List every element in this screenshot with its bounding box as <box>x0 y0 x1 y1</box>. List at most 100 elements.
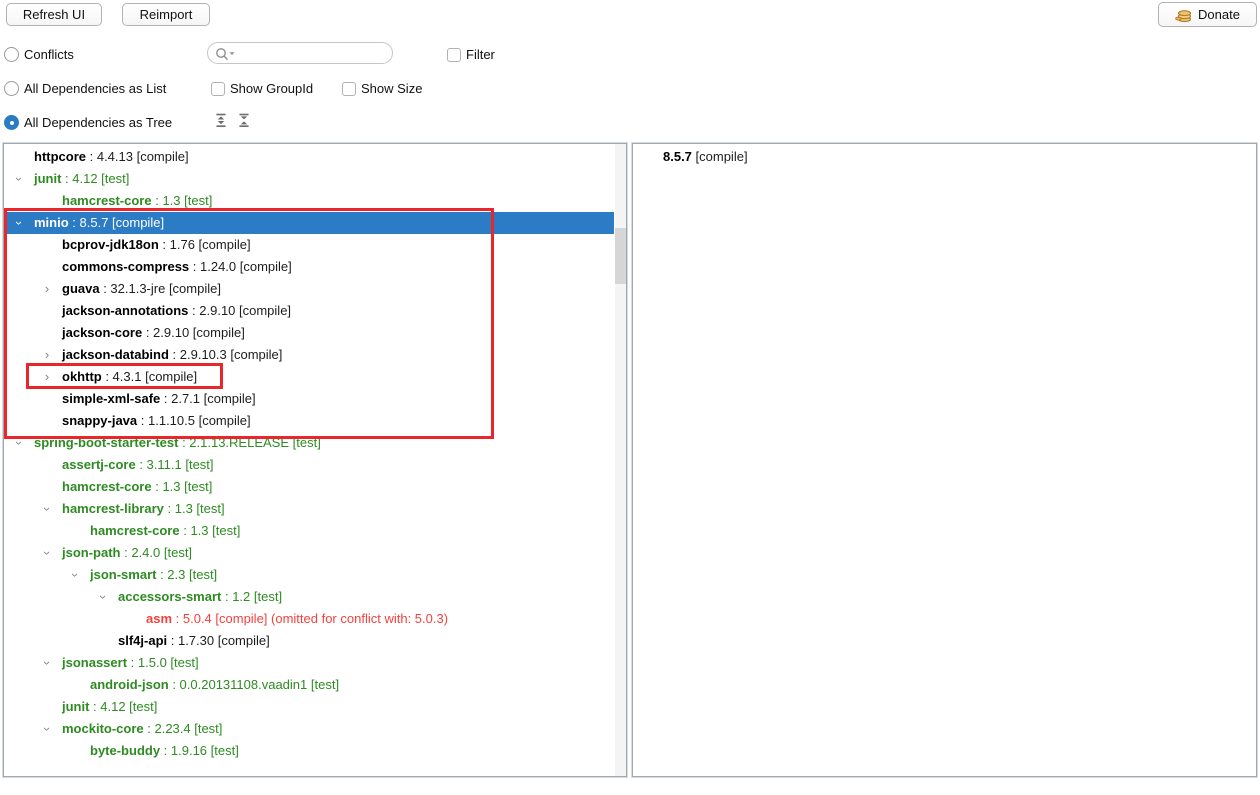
artifact-version-scope: : 2.23.4 [test] <box>143 721 223 736</box>
scrollbar-thumb[interactable] <box>615 228 626 284</box>
magnifier-with-dropdown-icon <box>216 48 235 61</box>
chevron-expanded-icon[interactable]: › <box>92 590 114 604</box>
tree-row-jackson-annotations[interactable]: jackson-annotations : 2.9.10 [compile] <box>4 300 614 322</box>
tree-row-byte-buddy[interactable]: byte-buddy : 1.9.16 [test] <box>4 740 614 762</box>
artifact-name: commons-compress <box>62 259 190 274</box>
chevron-collapsed-icon[interactable]: › <box>40 278 54 300</box>
tree-row-jackson-core[interactable]: jackson-core : 2.9.10 [compile] <box>4 322 614 344</box>
artifact-version-scope: : 1.3 [test] <box>151 479 213 494</box>
tree-row-simple-xml-safe[interactable]: simple-xml-safe : 2.7.1 [compile] <box>4 388 614 410</box>
tree-row-8.5.7[interactable]: 8.5.7 [compile] <box>633 146 1244 168</box>
artifact-name: snappy-java <box>62 413 138 428</box>
tree-row-accessors-smart[interactable]: › accessors-smart : 1.2 [test] <box>4 586 614 608</box>
tree-row-android-json[interactable]: android-json : 0.0.20131108.vaadin1 [tes… <box>4 674 614 696</box>
tree-row-jsonassert[interactable]: › jsonassert : 1.5.0 [test] <box>4 652 614 674</box>
artifact-version-scope: : 5.0.4 [compile] (omitted for conflict … <box>172 611 449 626</box>
artifact-version-scope: : 32.1.3-jre [compile] <box>99 281 221 296</box>
artifact-version-scope: : 1.76 [compile] <box>158 237 251 252</box>
artifact-name: okhttp <box>62 369 102 384</box>
tree-row-hamcrest-core[interactable]: hamcrest-core : 1.3 [test] <box>4 190 614 212</box>
artifact-version-scope: : 4.12 [test] <box>61 171 130 186</box>
artifact-version-scope: : 2.7.1 [compile] <box>160 391 256 406</box>
artifact-version-scope: : 2.9.10 [compile] <box>188 303 292 318</box>
artifact-name: mockito-core <box>62 721 144 736</box>
filter-checkbox[interactable] <box>447 48 461 62</box>
artifact-name: hamcrest-core <box>62 193 152 208</box>
chevron-expanded-icon[interactable]: › <box>64 568 86 582</box>
tree-row-spring-boot-starter-test[interactable]: › spring-boot-starter-test : 2.1.13.RELEA… <box>4 432 614 454</box>
chevron-collapsed-icon[interactable]: › <box>40 344 54 366</box>
all-dependencies-as-tree-radio[interactable] <box>4 115 19 130</box>
artifact-version-scope: : 2.9.10.3 [compile] <box>168 347 283 362</box>
artifact-name: asm <box>146 611 173 626</box>
artifact-name: json-smart <box>90 567 157 582</box>
tree-row-hamcrest-library[interactable]: › hamcrest-library : 1.3 [test] <box>4 498 614 520</box>
artifact-name: junit <box>62 699 90 714</box>
artifact-name: accessors-smart <box>118 589 222 604</box>
artifact-name: hamcrest-library <box>62 501 164 516</box>
tree-row-bcprov-jdk18on[interactable]: bcprov-jdk18on : 1.76 [compile] <box>4 234 614 256</box>
artifact-name: bcprov-jdk18on <box>62 237 159 252</box>
tree-row-hamcrest-core[interactable]: hamcrest-core : 1.3 [test] <box>4 476 614 498</box>
artifact-version-scope: : 2.3 [test] <box>156 567 218 582</box>
artifact-version-scope: : 1.3 [test] <box>151 193 213 208</box>
donate-button[interactable]: Donate <box>1158 2 1257 27</box>
artifact-name: byte-buddy <box>90 743 161 758</box>
donate-label: Donate <box>1198 7 1240 22</box>
chevron-expanded-icon[interactable]: › <box>8 216 30 230</box>
tree-row-okhttp[interactable]: › okhttp : 4.3.1 [compile] <box>4 366 614 388</box>
tree-row-snappy-java[interactable]: snappy-java : 1.1.10.5 [compile] <box>4 410 614 432</box>
artifact-version-scope: : 0.0.20131108.vaadin1 [test] <box>168 677 340 692</box>
tree-row-minio[interactable]: › minio : 8.5.7 [compile] <box>4 212 614 234</box>
tree-row-assertj-core[interactable]: assertj-core : 3.11.1 [test] <box>4 454 614 476</box>
artifact-version-scope: : 4.3.1 [compile] <box>101 369 198 384</box>
artifact-version-scope: : 1.9.16 [test] <box>160 743 239 758</box>
artifact-name: jackson-core <box>62 325 143 340</box>
vertical-scrollbar[interactable] <box>615 144 626 776</box>
tree-row-junit[interactable]: › junit : 4.12 [test] <box>4 168 614 190</box>
collapse-all-icon[interactable] <box>236 112 252 128</box>
coins-icon <box>1175 7 1192 23</box>
tree-row-mockito-core[interactable]: › mockito-core : 2.23.4 [test] <box>4 718 614 740</box>
chevron-expanded-icon[interactable]: › <box>36 546 58 560</box>
tree-row-asm[interactable]: asm : 5.0.4 [compile] (omitted for confl… <box>4 608 614 630</box>
tree-row-guava[interactable]: › guava : 32.1.3-jre [compile] <box>4 278 614 300</box>
reimport-label: Reimport <box>139 7 193 22</box>
tree-row-jackson-databind[interactable]: › jackson-databind : 2.9.10.3 [compile] <box>4 344 614 366</box>
show-size-checkbox[interactable] <box>342 82 356 96</box>
search-input[interactable] <box>238 44 390 64</box>
artifact-version-scope: : 8.5.7 [compile] <box>68 215 165 230</box>
refresh-ui-label: Refresh UI <box>22 7 86 22</box>
tree-row-commons-compress[interactable]: commons-compress : 1.24.0 [compile] <box>4 256 614 278</box>
artifact-name: minio <box>34 215 69 230</box>
conflicts-radio[interactable] <box>4 47 19 62</box>
tree-row-slf4j-api[interactable]: slf4j-api : 1.7.30 [compile] <box>4 630 614 652</box>
refresh-ui-button[interactable]: Refresh UI <box>6 3 102 26</box>
tree-row-hamcrest-core[interactable]: hamcrest-core : 1.3 [test] <box>4 520 614 542</box>
maven-helper-dependency-analyzer: Refresh UI Reimport Donate Conflicts Fil… <box>0 0 1260 795</box>
artifact-version-scope: : 4.4.13 [compile] <box>86 149 189 164</box>
artifact-version-scope: : 1.3 [test] <box>179 523 241 538</box>
tree-row-json-smart[interactable]: › json-smart : 2.3 [test] <box>4 564 614 586</box>
all-dependencies-as-list-radio[interactable] <box>4 81 19 96</box>
artifact-version-scope: : 1.5.0 [test] <box>127 655 199 670</box>
search-field[interactable] <box>207 42 393 64</box>
artifact-name: spring-boot-starter-test <box>34 435 179 450</box>
show-groupid-checkbox[interactable] <box>211 82 225 96</box>
artifact-name: jsonassert <box>62 655 128 670</box>
tree-row-junit[interactable]: junit : 4.12 [test] <box>4 696 614 718</box>
chevron-expanded-icon[interactable]: › <box>36 656 58 670</box>
artifact-name: 8.5.7 <box>663 149 692 164</box>
artifact-name: guava <box>62 281 100 296</box>
chevron-expanded-icon[interactable]: › <box>8 172 30 186</box>
chevron-expanded-icon[interactable]: › <box>36 722 58 736</box>
expand-all-icon[interactable] <box>213 112 229 128</box>
chevron-expanded-icon[interactable]: › <box>36 502 58 516</box>
tree-row-httpcore[interactable]: httpcore : 4.4.13 [compile] <box>4 146 614 168</box>
chevron-collapsed-icon[interactable]: › <box>40 366 54 388</box>
show-size-label: Show Size <box>361 81 423 96</box>
all-dependencies-as-tree-label: All Dependencies as Tree <box>24 115 173 130</box>
chevron-expanded-icon[interactable]: › <box>8 436 30 450</box>
reimport-button[interactable]: Reimport <box>122 3 210 26</box>
tree-row-json-path[interactable]: › json-path : 2.4.0 [test] <box>4 542 614 564</box>
